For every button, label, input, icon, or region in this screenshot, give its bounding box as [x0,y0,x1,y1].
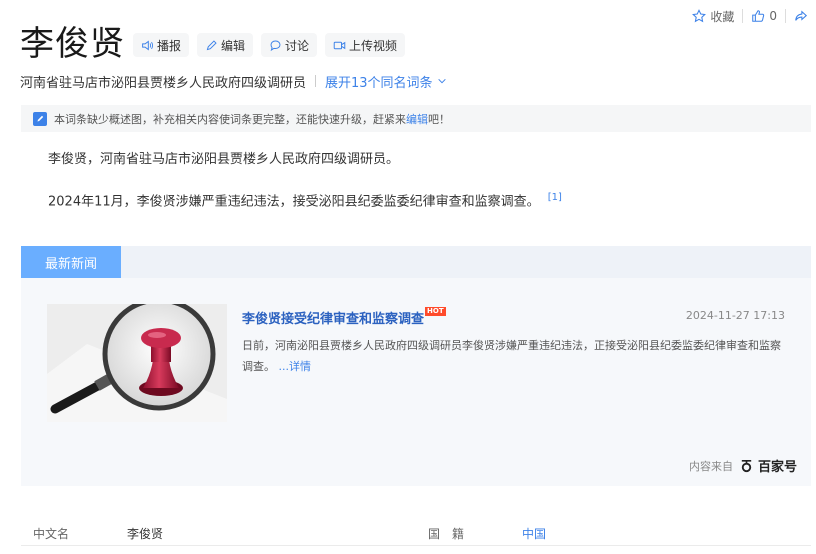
video-icon [333,41,346,49]
page-title: 李俊贤 [20,24,125,64]
source-brand: 百家号 [757,460,797,475]
divider [21,545,811,546]
info-value-nationality[interactable]: 中国 [522,525,546,542]
edit-label: 编辑 [221,38,246,53]
favorite-button[interactable]: 收藏 [684,8,742,25]
news-card: 李俊贤接受纪律审查和监察调查 HOT 2024-11-27 17:13 日前，河… [21,278,811,486]
share-icon [795,10,808,21]
chevron-down-icon [437,78,446,84]
source-prefix: 内容来自 [688,459,733,473]
thumbs-up-icon [752,10,765,22]
upload-video-button[interactable]: 上传视频 [325,33,406,57]
like-button[interactable]: 0 [743,9,785,23]
event-text: 2024年11月，李俊贤涉嫌严重违纪违法，接受泌阳县纪委监委纪律审查和监察调查。 [48,194,540,210]
notice-text: 本词条缺少概述图，补充相关内容使词条更完整，还能快速升级，赶紧来 [54,112,406,126]
star-icon [692,9,707,23]
info-label-chinese-name: 中文名 [33,527,70,541]
chat-icon [270,40,281,51]
news-summary: 日前，河南泌阳县贾楼乡人民政府四级调研员李俊贤涉嫌严重违纪违法，正接受泌阳县纪委… [242,335,790,377]
broadcast-label: 播报 [157,38,182,53]
broadcast-button[interactable]: 播报 [133,33,190,57]
edit-notice-icon [33,111,47,126]
missing-image-notice: 本词条缺少概述图，补充相关内容使词条更完整，还能快速升级，赶紧来 编辑 吧！ [21,105,811,132]
like-count: 0 [769,9,777,23]
tab-latest-news[interactable]: 最新新闻 [21,246,121,278]
news-summary-text: 日前，河南泌阳县贾楼乡人民政府四级调研员李俊贤涉嫌严重违纪违法，正接受泌阳县纪委… [242,339,781,373]
favorite-label: 收藏 [710,9,735,24]
notice-text-end: 吧！ [428,112,450,126]
top-tools: 收藏 0 [684,6,816,26]
notice-edit-link[interactable]: 编辑 [406,111,428,127]
edit-button[interactable]: 编辑 [197,33,254,57]
upload-video-label: 上传视频 [349,38,398,53]
read-more-link[interactable]: ...详情 [279,360,312,373]
same-name-label: 展开13个同名词条 [325,75,433,91]
news-source: 内容来自 百家号 [688,456,797,476]
news-timestamp: 2024-11-27 17:13 [685,309,785,322]
news-headline-text: 李俊贤接受纪律审查和监察调查 [242,312,425,327]
discuss-label: 讨论 [285,38,310,53]
magnifier-pin-image [47,304,227,422]
news-header: 最新新闻 [21,246,811,278]
reference-link[interactable]: [1] [548,192,562,203]
intro-paragraph: 李俊贤，河南省驻马店市泌阳县贾楼乡人民政府四级调研员。 [48,152,400,167]
same-name-link[interactable]: 展开13个同名词条 [325,72,447,91]
speaker-icon [142,39,153,51]
baijiahao-icon [741,459,752,473]
info-value-chinese-name: 李俊贤 [127,527,164,541]
event-paragraph: 2024年11月，李俊贤涉嫌严重违纪违法，接受泌阳县纪委监委纪律审查和监察调查。… [48,188,562,212]
hot-badge: HOT [425,307,446,316]
news-thumbnail[interactable] [47,304,227,422]
news-headline[interactable]: 李俊贤接受纪律审查和监察调查 HOT [242,307,446,327]
share-button[interactable] [786,9,816,23]
entry-subtitle: 河南省驻马店市泌阳县贾楼乡人民政府四级调研员 展开13个同名词条 [20,72,447,91]
info-label-nationality: 国 籍 [428,527,465,541]
pencil-icon [206,39,217,50]
discuss-button[interactable]: 讨论 [261,33,318,57]
entry-actions: 播报 编辑 讨论 上传视频 [133,33,406,57]
baijiahao-logo[interactable]: 百家号 [739,456,797,475]
divider [315,75,317,87]
subtitle-text: 河南省驻马店市泌阳县贾楼乡人民政府四级调研员 [20,75,307,91]
basic-info-row: 中文名 李俊贤 国 籍 中国 [0,523,816,543]
